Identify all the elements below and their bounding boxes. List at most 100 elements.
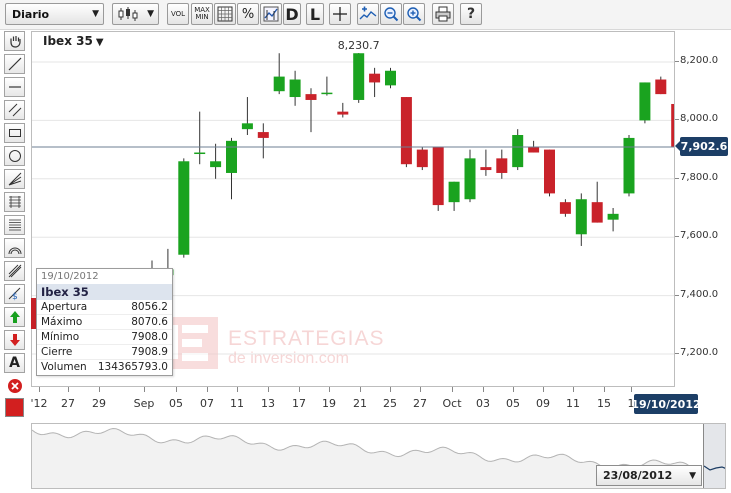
candle-down[interactable] [305,94,317,100]
current-date-tag: 19/10/2012 [631,394,701,414]
date-axis-tick-label: 19 [322,397,336,410]
grid-button[interactable] [214,3,236,25]
date-axis-tick [483,387,484,392]
tooltip-instrument-name: Ibex 35 [37,284,172,300]
candlestick-icon [118,7,138,21]
tooltip-row-volume: Volumen 134365793.0 [37,360,172,375]
price-axis-tick [675,236,679,238]
gann-grid-tool-button[interactable] [4,215,25,235]
date-axis-tick [452,387,453,392]
candle-down[interactable] [591,202,603,223]
chart-type-select[interactable]: ▼ [112,3,159,25]
candle-up[interactable] [623,137,635,194]
candle-down[interactable] [432,146,444,206]
rectangle-tool-button[interactable] [4,123,25,143]
zoom-in-button[interactable] [403,3,425,25]
buy-arrow-tool-button[interactable] [4,307,25,327]
candle-down[interactable] [559,202,571,214]
candle-up[interactable] [226,140,237,173]
price-axis-tick [675,353,679,354]
candle-up[interactable] [448,181,460,203]
candle-up[interactable] [210,161,222,168]
pan-tool-button[interactable] [4,31,25,51]
text-tool-button[interactable]: A [4,353,25,373]
print-button[interactable] [432,3,454,25]
price-axis-tick-label: 8,000.0 [680,113,719,125]
date-axis-tick [39,387,40,392]
hand-icon [9,36,21,48]
compare-button[interactable] [260,3,282,25]
channel-tool-button[interactable] [4,100,25,120]
candle-up[interactable] [178,161,190,255]
add-indicator-button[interactable] [357,3,379,25]
candle-down[interactable] [496,158,508,173]
date-axis-tick-label: 05 [169,397,183,410]
candle-down[interactable] [480,167,492,171]
candle-down[interactable] [257,132,269,138]
candle-up[interactable] [273,76,285,92]
log-scale-button[interactable]: L [306,3,324,25]
fan-tool-button[interactable] [4,169,25,189]
price-axis-tick-label: 8,200.0 [680,55,719,66]
arc-tool-button[interactable] [4,238,25,258]
candle-down[interactable] [655,79,667,95]
zoom-out-button[interactable] [380,3,402,25]
candle-down[interactable] [369,73,381,83]
candle-up[interactable] [353,53,365,100]
price-axis-tick-label: 7,200.0 [680,347,719,358]
navigator-range-handle[interactable] [703,424,725,488]
arc-icon [8,247,21,255]
candle-down[interactable] [337,111,349,115]
candle-down[interactable] [544,149,555,194]
price-label-tool-button[interactable]: $ [4,284,25,304]
candle-up[interactable] [289,79,301,98]
log-label: L [309,4,321,24]
date-axis-tick [176,387,177,392]
candle-up[interactable] [575,199,587,235]
max-min-button[interactable]: MAX MIN [191,3,213,25]
tooltip-date: 19/10/2012 [41,271,99,282]
add-indicator-icon [359,6,377,20]
candle-up[interactable] [194,152,206,155]
price-axis-tick [675,119,679,121]
instrument-select[interactable]: Ibex 35 ▼ [43,34,104,48]
parallel-lines-tool-button[interactable] [4,261,25,281]
percent-button[interactable]: % [237,3,259,25]
navigator-date-select[interactable]: 23/08/2012 ▼ [596,465,702,486]
candle-down[interactable] [400,97,412,165]
drawing-color-swatch[interactable] [5,398,24,417]
candle-down[interactable] [528,146,540,153]
candle-up[interactable] [241,123,253,130]
date-axis-tick [329,387,330,392]
help-button[interactable]: ? [460,3,482,25]
candle-up[interactable] [321,92,333,95]
candle-up[interactable] [512,135,524,168]
channel-icon [8,103,21,117]
daily-label: D [285,4,299,24]
tooltip-row-close: Cierre 7908.9 [37,345,172,360]
candle-up[interactable] [385,70,396,86]
daily-button[interactable]: D [283,3,301,25]
candle-up[interactable] [639,82,651,121]
ellipse-icon [8,150,21,162]
fibonacci-tool-button[interactable] [4,192,25,212]
period-select[interactable]: Diario ▼ [5,3,104,25]
sell-arrow-tool-button[interactable] [4,330,25,350]
current-price-tag: 7,902.6 [675,137,728,156]
tooltip-value: 8070.6 [131,316,168,328]
ellipse-tool-button[interactable] [4,146,25,166]
rectangle-icon [8,129,21,137]
crosshair-button[interactable] [329,3,351,25]
candle-up[interactable] [464,158,476,200]
candle-down[interactable] [416,149,428,168]
horizontal-line-tool-button[interactable] [4,77,25,97]
trend-line-tool-button[interactable] [4,54,25,74]
delete-drawings-button[interactable] [4,376,25,396]
candle-up[interactable] [607,213,619,220]
chevron-down-icon: ▼ [689,470,696,481]
date-axis-tick-label: Sep [133,397,155,410]
horizontal-line-icon [8,86,21,88]
date-axis-tick-label: 13 [261,397,275,410]
navigator-date-label: 23/08/2012 [603,469,673,482]
volume-button[interactable]: VOL [167,3,189,25]
